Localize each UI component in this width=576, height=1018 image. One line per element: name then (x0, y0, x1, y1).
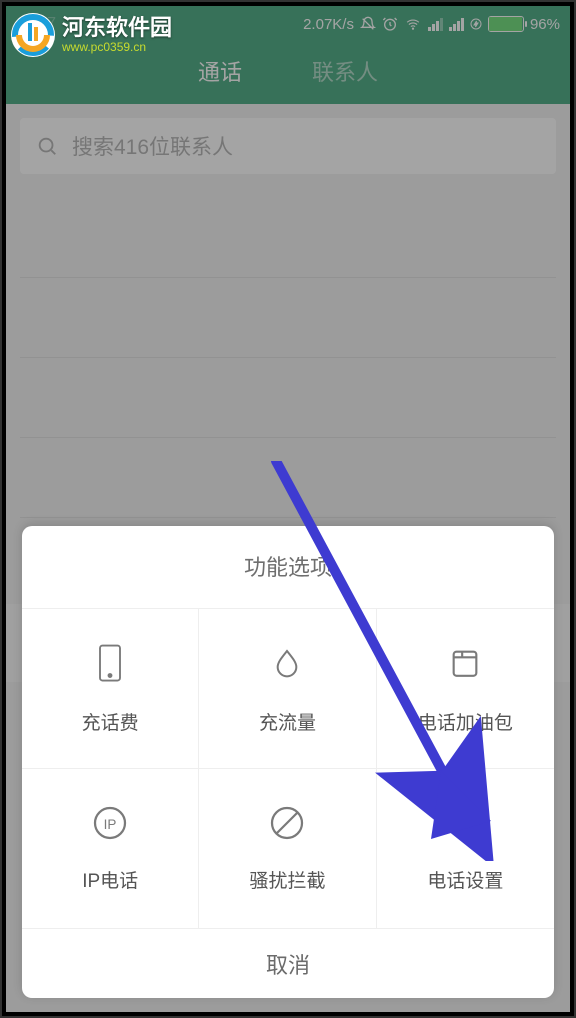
phone-card-icon (95, 643, 125, 688)
option-phone-package[interactable]: 电话加油包 (377, 608, 554, 768)
option-label: 充话费 (82, 708, 139, 735)
option-ip-phone[interactable]: IP IP电话 (22, 768, 199, 928)
option-recharge-data[interactable]: 充流量 (199, 608, 376, 768)
option-spam-block[interactable]: 骚扰拦截 (199, 768, 376, 928)
option-recharge-phone[interactable]: 充话费 (22, 608, 199, 768)
droplet-icon (271, 643, 303, 688)
watermark-logo-icon (8, 10, 58, 60)
ip-icon: IP (92, 805, 128, 846)
cancel-button[interactable]: 取消 (22, 928, 554, 998)
device-frame: 15:27 2.07K/s 96% 通话 联系人 搜索416位联系人 (0, 0, 576, 1018)
options-grid: 充话费 充流量 电话加油包 IP IP电话 (22, 608, 554, 928)
option-label: IP电话 (82, 866, 138, 893)
options-sheet: 功能选项 充话费 充流量 电话加油包 (22, 526, 554, 998)
option-label: 骚扰拦截 (249, 866, 325, 893)
block-icon (269, 805, 305, 846)
package-icon (448, 643, 482, 688)
watermark: 河东软件园 www.pc0359.cn (8, 10, 172, 60)
watermark-title: 河东软件园 (62, 17, 172, 39)
option-phone-settings[interactable]: 电话设置 (377, 768, 554, 928)
svg-text:IP: IP (104, 817, 117, 832)
phone-screen: 15:27 2.07K/s 96% 通话 联系人 搜索416位联系人 (6, 6, 570, 1012)
watermark-url: www.pc0359.cn (62, 41, 172, 53)
option-label: 充流量 (259, 708, 316, 735)
cancel-label: 取消 (266, 948, 310, 980)
settings-icon (447, 805, 483, 846)
option-label: 电话加油包 (418, 708, 513, 735)
sheet-title: 功能选项 (22, 526, 554, 608)
option-label: 电话设置 (427, 866, 503, 893)
